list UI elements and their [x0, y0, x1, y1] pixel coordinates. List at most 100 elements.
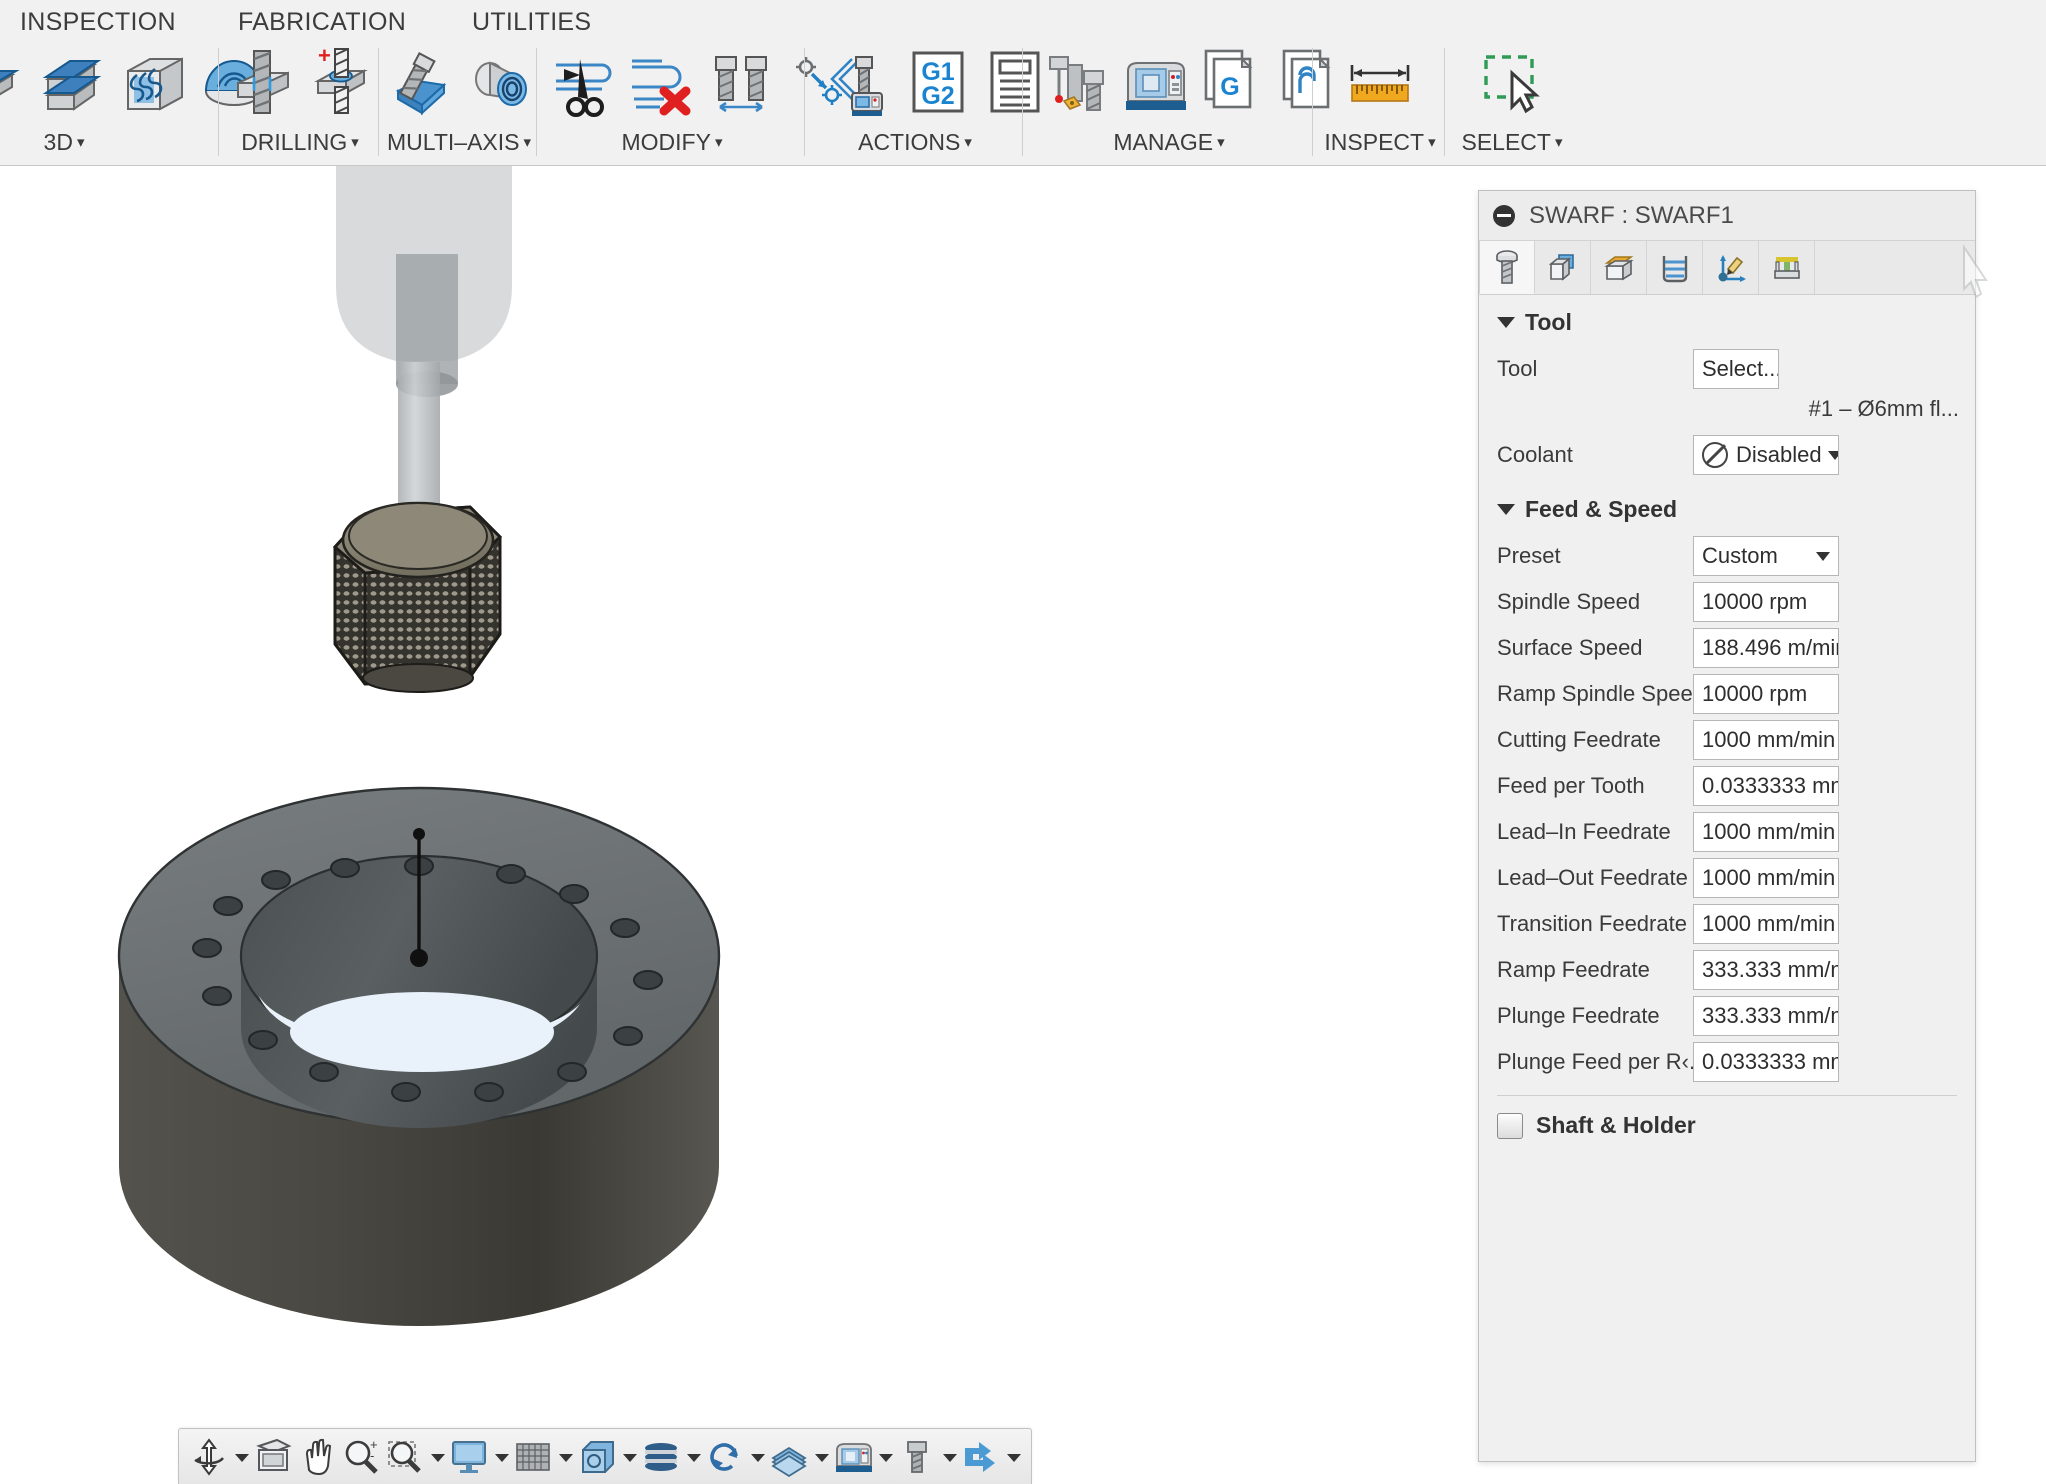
3d-parallel-icon[interactable]	[40, 45, 118, 121]
viewports-button[interactable]	[575, 1435, 639, 1479]
tool-visibility-button[interactable]	[895, 1435, 959, 1479]
measure-icon[interactable]	[1342, 45, 1420, 121]
dialog-title-bar[interactable]: SWARF : SWARF1	[1479, 191, 1975, 241]
feed-per-tooth-input[interactable]: 0.0333333 mm	[1693, 766, 1839, 806]
zoom-window-caret-icon[interactable]	[427, 1436, 447, 1478]
collapse-icon[interactable]	[1493, 205, 1515, 227]
shaft-holder-group[interactable]: Shaft & Holder	[1479, 1096, 1975, 1139]
select-window-icon[interactable]	[1474, 45, 1552, 121]
transition-feedrate-input[interactable]: 1000 mm/min	[1693, 904, 1839, 944]
trim-toolpath-icon[interactable]	[548, 45, 626, 121]
orbit-caret-icon[interactable]	[231, 1436, 251, 1478]
tool-visibility-caret-icon[interactable]	[939, 1436, 959, 1478]
swarf-icon[interactable]	[384, 45, 462, 121]
group-label-text: 3D	[44, 129, 73, 155]
3d-contour-icon[interactable]	[118, 45, 196, 121]
zoom-button[interactable]: + -	[339, 1435, 383, 1479]
lead-out-feedrate-input[interactable]: 1000 mm/min	[1693, 858, 1839, 898]
post-process-icon[interactable]	[820, 45, 898, 121]
stock-visibility-button[interactable]	[767, 1435, 831, 1479]
ribbon-group-3d-label[interactable]: 3D▾	[0, 129, 134, 156]
cam-3d-viewport[interactable]	[0, 166, 1474, 1484]
ribbon-group-inspect-label[interactable]: INSPECT▾	[1314, 129, 1446, 156]
tab-tool[interactable]	[1479, 241, 1535, 294]
zoom-window-button[interactable]	[383, 1435, 447, 1479]
lead-in-feedrate-input[interactable]: 1000 mm/min	[1693, 812, 1839, 852]
ribbon-divider	[1022, 48, 1023, 156]
tab-manual-nc[interactable]	[1759, 241, 1815, 294]
look-at-button[interactable]	[251, 1435, 295, 1479]
pan-button[interactable]	[295, 1435, 339, 1479]
tab-linking[interactable]	[1703, 241, 1759, 294]
ribbon-tab-fabrication[interactable]: FABRICATION	[238, 8, 406, 37]
ribbon-group-modify-label[interactable]: MODIFY▾	[538, 129, 806, 156]
row-lead-in-feedrate: Lead–In Feedrate 1000 mm/min	[1479, 809, 1975, 855]
grid-snaps-caret-icon[interactable]	[555, 1436, 575, 1478]
ribbon-group-multi-axis-label[interactable]: MULTI–AXIS▾	[380, 129, 538, 156]
machine-button[interactable]	[831, 1435, 895, 1479]
label-coolant: Coolant	[1497, 442, 1693, 468]
grid-snaps-button[interactable]	[511, 1435, 575, 1479]
simulate-caret-icon[interactable]	[1003, 1436, 1023, 1478]
ribbon-group-multi-axis: MULTI–AXIS▾	[380, 40, 538, 166]
spindle-speed-input[interactable]: 10000 rpm	[1693, 582, 1839, 622]
layers-button[interactable]	[639, 1435, 703, 1479]
coolant-value: Disabled	[1736, 442, 1822, 468]
g1-g2-icon[interactable]: G1 G2	[898, 45, 976, 121]
delete-toolpath-icon[interactable]	[626, 45, 704, 121]
tool-library-icon[interactable]	[1038, 45, 1116, 121]
machine-library-icon[interactable]	[1116, 45, 1194, 121]
ribbon-group-actions-label[interactable]: ACTIONS▾	[806, 129, 1024, 156]
section-header-feed-speed[interactable]: Feed & Speed	[1479, 478, 1975, 533]
surface-speed-input[interactable]: 188.496 m/min	[1693, 628, 1839, 668]
tool-change-icon[interactable]	[704, 45, 782, 121]
chevron-down-icon: ▾	[351, 134, 359, 151]
tool-select-button[interactable]: Select...	[1693, 349, 1779, 389]
shaft-holder-checkbox[interactable]	[1497, 1113, 1523, 1139]
ribbon-group-manage-label[interactable]: MANAGE▾	[1024, 129, 1314, 156]
ramp-spindle-speed-input[interactable]: 10000 rpm	[1693, 674, 1839, 714]
stock-visibility-caret-icon[interactable]	[811, 1436, 831, 1478]
dialog-tab-strip	[1479, 241, 1975, 295]
ribbon-group-drilling-label[interactable]: DRILLING▾	[220, 129, 380, 156]
multiaxis-contour-icon[interactable]	[462, 45, 540, 121]
ribbon-tab-inspection[interactable]: INSPECTION	[20, 8, 176, 37]
cutting-feedrate-input[interactable]: 1000 mm/min	[1693, 720, 1839, 760]
refresh-button[interactable]	[703, 1435, 767, 1479]
svg-text:-: -	[370, 1448, 374, 1463]
drill-icon[interactable]	[226, 45, 304, 121]
chevron-down-icon: ▾	[77, 134, 85, 151]
layers-caret-icon[interactable]	[683, 1436, 703, 1478]
coolant-dropdown[interactable]: Disabled	[1693, 435, 1839, 475]
label-spindle-speed: Spindle Speed	[1497, 589, 1693, 615]
selected-tool-text: #1 – Ø6mm fl...	[1479, 392, 1975, 432]
refresh-caret-icon[interactable]	[747, 1436, 767, 1478]
machine-caret-icon[interactable]	[875, 1436, 895, 1478]
row-surface-speed: Surface Speed 188.496 m/min	[1479, 625, 1975, 671]
row-transition-feedrate: Transition Feedrate 1000 mm/min	[1479, 901, 1975, 947]
ring-part	[119, 788, 719, 1326]
display-settings-button[interactable]	[447, 1435, 511, 1479]
label-cutting-feedrate: Cutting Feedrate	[1497, 727, 1693, 753]
zoom-window-icon	[383, 1436, 427, 1478]
3d-adaptive-icon[interactable]	[0, 45, 40, 121]
plunge-feed-per-rev-input[interactable]: 0.0333333 mm	[1693, 1042, 1839, 1082]
simulate-button[interactable]	[959, 1435, 1023, 1479]
tab-geometry[interactable]	[1535, 241, 1591, 294]
bore-icon[interactable]: +	[304, 45, 382, 121]
section-header-tool[interactable]: Tool	[1479, 295, 1975, 346]
tab-passes[interactable]	[1647, 241, 1703, 294]
preset-dropdown[interactable]: Custom	[1693, 536, 1839, 576]
plunge-feedrate-input[interactable]: 333.333 mm/m	[1693, 996, 1839, 1036]
ribbon-tab-utilities[interactable]: UTILITIES	[472, 8, 591, 37]
orbit-button[interactable]	[187, 1435, 251, 1479]
heights-cube-icon	[1602, 251, 1636, 285]
ramp-feedrate-input[interactable]: 333.333 mm/m	[1693, 950, 1839, 990]
ribbon-group-select-label[interactable]: SELECT▾	[1446, 129, 1578, 156]
display-settings-caret-icon[interactable]	[491, 1436, 511, 1478]
tab-heights[interactable]	[1591, 241, 1647, 294]
display-settings-icon	[447, 1436, 491, 1478]
post-library-icon[interactable]: G	[1194, 45, 1272, 121]
viewports-caret-icon[interactable]	[619, 1436, 639, 1478]
ribbon-toolbar: INSPECTION FABRICATION UTILITIES	[0, 0, 2046, 166]
